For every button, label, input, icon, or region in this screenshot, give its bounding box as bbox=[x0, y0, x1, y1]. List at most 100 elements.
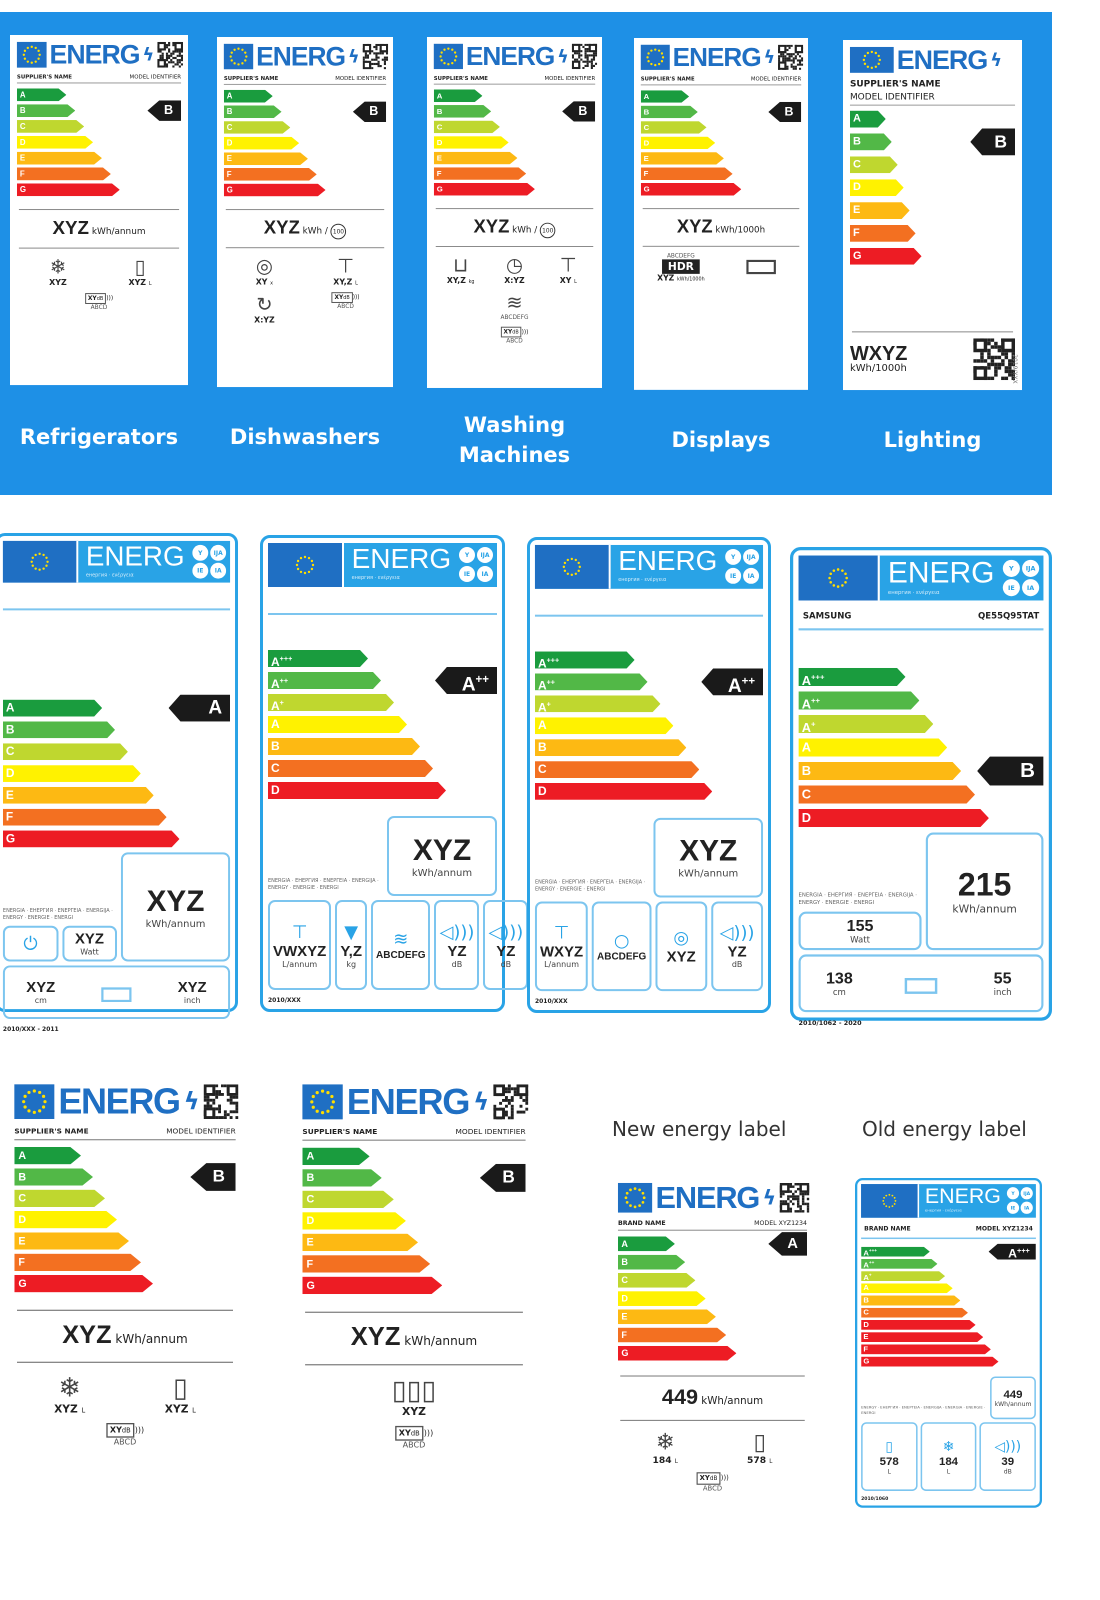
lightning-icon: ϟ bbox=[142, 44, 155, 66]
supplier-name: BRAND NAME bbox=[864, 1225, 911, 1233]
energy-class-bar-G: G bbox=[641, 183, 742, 196]
label-header: ENERG енергия · ενέργεια Y IJA IE IA bbox=[534, 544, 764, 589]
energy-consumption: XYZ kWh / 100 bbox=[224, 210, 386, 247]
energy-class-bar-E: E bbox=[17, 152, 102, 165]
consumption-value: XYZ bbox=[62, 1321, 112, 1350]
energy-class-bar-B: B bbox=[535, 739, 686, 756]
language-badges: Y IJA IE IA bbox=[721, 545, 763, 589]
qr-code-icon bbox=[157, 41, 183, 68]
info-noise: XYdB ))) ABCD bbox=[17, 293, 181, 311]
consumption-value: XYZ bbox=[350, 1323, 401, 1352]
energy-logo-text: ENERG bbox=[618, 544, 718, 576]
model-identifier: MODEL IDENTIFIER bbox=[544, 75, 596, 82]
eu-flag-icon bbox=[617, 1182, 653, 1213]
info-box: 55 inch bbox=[964, 957, 1041, 1010]
energy-class-bar-A+: A+ bbox=[268, 694, 394, 711]
energy-class-bar-G: G bbox=[302, 1277, 442, 1294]
model-identifier: MODEL XYZ1234 bbox=[975, 1225, 1033, 1233]
info-fridge: ▯ XYZ L bbox=[125, 1371, 236, 1415]
label-header: ENERG енергия · ενέργεια Y IJA IE IA bbox=[861, 1184, 1036, 1218]
energy-class-bar-A: A bbox=[641, 90, 689, 103]
energy-class-scale: ABCDEFGA bbox=[3, 694, 231, 853]
energy-logo: ENERG енергия · ενέργεια bbox=[344, 543, 455, 587]
label-body: ENERG ϟ BRAND NAME MODEL XYZ1234 A B C D E F G A 449… bbox=[610, 1175, 815, 1520]
label-body: ENERG ϟ SUPPLIER'S NAME MODEL IDENTIFIER A B C… bbox=[634, 38, 808, 390]
energy-class-bar-B: B bbox=[224, 105, 282, 118]
noise-class-scale: ABCD bbox=[402, 1440, 426, 1451]
unit: L bbox=[192, 1407, 196, 1415]
rating-arrow: B bbox=[479, 1163, 526, 1192]
energy-class-bar-C: C bbox=[268, 760, 433, 777]
energy-logo-text: ENERG bbox=[49, 39, 141, 70]
noise-value: XY bbox=[87, 295, 97, 302]
energy-class-bar-G: G bbox=[17, 183, 120, 196]
energy-class-bar-C: C bbox=[3, 743, 128, 760]
energy-class-bar-A: A bbox=[535, 717, 673, 734]
lower-boxes: ▯ 578 L ❄ 184 L ◁))) 39 dB bbox=[861, 1422, 1036, 1492]
info-box: XYZ inch bbox=[156, 967, 228, 1017]
info-spin: ≋ ABCDEFG bbox=[488, 291, 542, 321]
energy-class-bar-B: B bbox=[641, 106, 698, 119]
energy-class-bar-F: F bbox=[641, 168, 733, 181]
energy-class-bar-B: B bbox=[618, 1255, 685, 1270]
consumption-value: XYZ bbox=[412, 833, 472, 867]
energy-class-bar-E: E bbox=[641, 152, 724, 165]
info-unit: inch bbox=[183, 996, 201, 1006]
noise-icon: XYdB ))) bbox=[105, 1423, 144, 1438]
info-value: ABCDEFG bbox=[597, 951, 647, 963]
multilingual-energy-text: ENERGY · ЕНЕРГИЯ · ΕΝΕΡΓΕΙΑ · ENERGIJA ·… bbox=[861, 1405, 986, 1416]
eu-flag-icon bbox=[861, 1184, 919, 1218]
info-tv: ▭ bbox=[721, 245, 801, 284]
consumption-box: 449 kWh/annum bbox=[990, 1376, 1036, 1420]
unit: L bbox=[769, 1458, 773, 1466]
info-noise: XYdB ))) ABCD bbox=[302, 1425, 525, 1451]
energy-consumption: XYZ kWh / 100 bbox=[434, 209, 595, 246]
consumption-box: 215 kWh/annum bbox=[925, 832, 1044, 951]
lightning-icon: ϟ bbox=[473, 1087, 490, 1117]
noise-class-scale: ABCD bbox=[90, 303, 108, 311]
noise-value-box: XYdB bbox=[500, 326, 522, 338]
value: XY,Z bbox=[446, 276, 466, 285]
supplier-name: SUPPLIER'S NAME bbox=[223, 76, 279, 82]
eu-flag-icon bbox=[302, 1084, 343, 1120]
consumption-unit: kWh/annum bbox=[678, 869, 739, 881]
supplier-row: SUPPLIER'S NAME MODEL IDENTIFIER bbox=[849, 74, 1016, 106]
label-footer-area: ENERGIA · ЕНЕРГИЯ · ΕΝΕΡΓΕΙΑ · ENERGIJA … bbox=[2, 852, 231, 1033]
energy-class-bar-B: B bbox=[850, 133, 892, 150]
energy-class-bar-D: D bbox=[302, 1212, 406, 1229]
noise-class-scale: ABCD bbox=[337, 302, 354, 310]
label-footer-area: ENERGY · ЕНЕРГИЯ · ΕΝΕΡΓΕΙΑ · ENERGIJA ·… bbox=[861, 1376, 1036, 1502]
icon-area: ❄ XYZ L ▯ XYZ L XYdB ))) ABCD bbox=[14, 1363, 235, 1455]
info-value: 138 bbox=[825, 969, 853, 988]
info-box-noise: ◁))) 39 dB bbox=[979, 1422, 1036, 1492]
energy-class-bar-B: B bbox=[302, 1169, 381, 1186]
energy-class-bar-G: G bbox=[14, 1275, 153, 1292]
supplier-row: SUPPLIER'S NAME MODEL IDENTIFIER bbox=[302, 1121, 526, 1141]
energy-class-bar-F: F bbox=[434, 167, 526, 180]
lower-boxes: ⊤ WXYZ L/annum ○ ABCDEFG ◎ XYZ ◁))) YZ dB bbox=[534, 901, 764, 992]
energy-logo: ENERG енергия · ενέργεια bbox=[919, 1184, 1004, 1218]
info-value: XYZ L bbox=[54, 1403, 85, 1415]
info-value: XYZ L bbox=[128, 278, 151, 287]
supplier-row: SUPPLIER'S NAME MODEL IDENTIFIER bbox=[16, 69, 181, 84]
value: XYZ bbox=[128, 278, 147, 288]
info-clock: ◷ X:YZ bbox=[488, 253, 542, 285]
model-identifier: MODEL IDENTIFIER bbox=[166, 1128, 236, 1137]
energy-class-bar-A: A bbox=[3, 700, 102, 717]
noise-value: XY bbox=[503, 328, 513, 336]
energy-class-bar-C: C bbox=[861, 1308, 968, 1318]
noise-unit: dB bbox=[410, 1429, 420, 1438]
class-scale: ABCDEFG bbox=[500, 314, 529, 321]
energy-class-bar-D: D bbox=[17, 136, 93, 149]
energy-class-bar-G: G bbox=[618, 1346, 736, 1361]
energy-consumption: XYZ kWh/1000h bbox=[641, 209, 801, 246]
clock-icon: ◷ bbox=[506, 252, 523, 277]
qr-code-icon bbox=[779, 1182, 810, 1213]
supplier-row: SUPPLIER'S NAME MODEL IDENTIFIER bbox=[640, 71, 802, 86]
energy-logo-text: ENERG bbox=[465, 41, 555, 71]
noise-icon: ◁))) bbox=[439, 921, 475, 943]
language-list-block: ENERGIA · ЕНЕРГИЯ · ΕΝΕΡΓΕΙΑ · ENERGIJA … bbox=[268, 878, 383, 896]
energy-class-bar-D: D bbox=[268, 782, 446, 799]
regulation-footer: 2010/1062 - 2020 bbox=[798, 1019, 862, 1028]
energy-class-bar-A: A bbox=[434, 90, 483, 103]
